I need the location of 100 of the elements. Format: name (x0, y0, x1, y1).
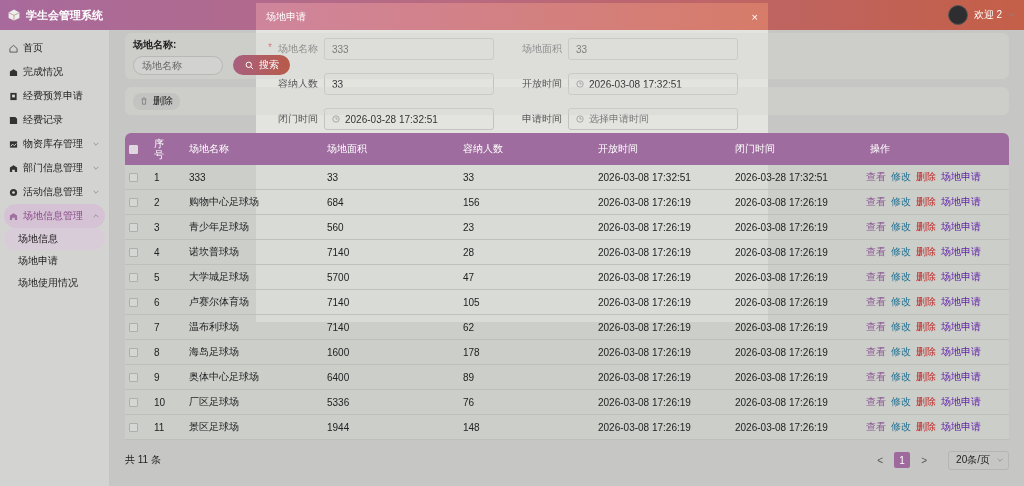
row-checkbox[interactable] (129, 272, 138, 282)
action-link[interactable]: 查看 (866, 345, 886, 359)
avatar[interactable] (947, 5, 968, 25)
action-link[interactable]: 修改 (891, 370, 911, 384)
action-link[interactable]: 修改 (891, 295, 911, 309)
row-checkbox[interactable] (129, 372, 138, 382)
action-link[interactable]: 查看 (866, 320, 886, 334)
table-cell-text: 2026-03-08 17:26:19 (597, 421, 692, 433)
delete-button[interactable]: 删除 (133, 92, 180, 110)
sidebar-item[interactable]: 部门信息管理 (4, 156, 105, 180)
action-link[interactable]: 删除 (916, 170, 936, 184)
action-link[interactable]: 场地申请 (941, 245, 981, 259)
sidebar-item[interactable]: 物资库存管理 (4, 132, 105, 156)
user-greeting[interactable]: 欢迎 2 (973, 8, 1002, 22)
table-cell-text: 76 (462, 396, 476, 408)
action-link[interactable]: 删除 (916, 420, 936, 434)
page-button[interactable]: 1 (894, 452, 911, 468)
building-icon (9, 211, 18, 221)
action-link[interactable]: 修改 (891, 420, 911, 434)
action-link[interactable]: 场地申请 (941, 345, 981, 359)
row-checkbox[interactable] (129, 297, 138, 307)
row-checkbox[interactable] (129, 397, 138, 407)
row-checkbox[interactable] (129, 247, 138, 257)
action-link[interactable]: 修改 (891, 320, 911, 334)
sidebar-item[interactable]: 完成情况 (4, 60, 105, 84)
table-cell-text: 7140 (326, 246, 351, 258)
action-link[interactable]: 修改 (891, 345, 911, 359)
document-icon (9, 115, 18, 125)
action-link[interactable]: 删除 (916, 295, 936, 309)
action-link[interactable]: 删除 (916, 270, 936, 284)
action-link[interactable]: 查看 (866, 370, 886, 384)
input-field[interactable]: 33 (568, 38, 738, 60)
action-link[interactable]: 场地申请 (941, 370, 981, 384)
action-link[interactable]: 删除 (916, 320, 936, 334)
page-size-select[interactable]: 20条/页 (948, 450, 1009, 470)
sidebar-item[interactable]: 场地信息管理 (4, 204, 105, 228)
action-link[interactable]: 场地申请 (941, 170, 981, 184)
action-link[interactable]: 修改 (891, 170, 911, 184)
sidebar-subitem[interactable]: 场地申请 (4, 250, 105, 272)
table-cell-text: 5700 (326, 271, 351, 283)
date-field[interactable]: 2026-03-28 17:32:51 (324, 108, 494, 130)
table-cell-text: 156 (462, 196, 481, 208)
action-link[interactable]: 删除 (916, 395, 936, 409)
action-link[interactable]: 查看 (866, 195, 886, 209)
column-header: 开放时间 (597, 142, 639, 156)
action-link[interactable]: 查看 (866, 420, 886, 434)
row-checkbox[interactable] (129, 172, 138, 182)
input-field[interactable]: 333 (323, 38, 494, 60)
action-link[interactable]: 场地申请 (941, 270, 981, 284)
action-link[interactable]: 修改 (891, 195, 911, 209)
sidebar-subitem[interactable]: 场地信息 (4, 228, 105, 250)
action-link[interactable]: 查看 (866, 270, 886, 284)
action-link[interactable]: 查看 (866, 295, 886, 309)
row-checkbox[interactable] (129, 422, 138, 432)
action-link[interactable]: 修改 (891, 245, 911, 259)
sidebar-item[interactable]: 经费记录 (4, 108, 105, 132)
action-link[interactable]: 删除 (916, 370, 936, 384)
action-link[interactable]: 查看 (866, 245, 886, 259)
action-link[interactable]: 场地申请 (941, 320, 981, 334)
action-link[interactable]: 删除 (916, 195, 936, 209)
action-link[interactable]: 场地申请 (941, 420, 981, 434)
close-button[interactable]: × (751, 10, 758, 23)
chevron-down-icon (996, 456, 1004, 464)
action-link[interactable]: 查看 (866, 395, 886, 409)
action-link[interactable]: 场地申请 (941, 195, 981, 209)
next-page-button[interactable]: > (916, 452, 933, 468)
action-link[interactable]: 修改 (891, 270, 911, 284)
date-field[interactable]: 2026-03-08 17:32:51 (568, 73, 738, 95)
column-header: 序号 (153, 138, 165, 160)
table-cell-text: 厂区足球场 (188, 395, 240, 409)
action-link[interactable]: 场地申请 (941, 295, 981, 309)
row-checkbox[interactable] (129, 222, 138, 232)
input-field[interactable]: 33 (324, 73, 494, 95)
action-link[interactable]: 删除 (916, 345, 936, 359)
select-all-checkbox[interactable] (129, 144, 138, 154)
action-link[interactable]: 修改 (891, 395, 911, 409)
table-cell-text: 2026-03-08 17:26:19 (597, 221, 692, 233)
sidebar-item[interactable]: 活动信息管理 (4, 180, 105, 204)
column-header: 容纳人数 (462, 142, 504, 156)
action-link[interactable]: 场地申请 (941, 220, 981, 234)
action-link[interactable]: 删除 (916, 245, 936, 259)
action-link[interactable]: 查看 (866, 170, 886, 184)
action-link[interactable]: 删除 (916, 220, 936, 234)
date-field[interactable]: 选择申请时间 (568, 108, 738, 130)
table-cell-text: 2026-03-08 17:26:19 (734, 371, 829, 383)
sidebar-subitem[interactable]: 场地使用情况 (4, 272, 105, 294)
sidebar-item[interactable]: 首页 (4, 36, 105, 60)
action-link[interactable]: 查看 (866, 220, 886, 234)
action-link[interactable]: 场地申请 (941, 395, 981, 409)
action-link[interactable]: 修改 (891, 220, 911, 234)
row-checkbox[interactable] (129, 347, 138, 357)
table-cell-text: 诺坎普球场 (188, 245, 240, 259)
table-cell-text: 2026-03-08 17:26:19 (734, 346, 829, 358)
search-field[interactable]: 场地名称 (133, 55, 223, 75)
row-checkbox[interactable] (129, 322, 138, 332)
sidebar-item[interactable]: 经费预算申请 (4, 84, 105, 108)
search-button[interactable]: 搜索 (233, 55, 290, 75)
prev-page-button[interactable]: < (872, 452, 889, 468)
total-count: 共 11 条 (125, 453, 161, 467)
row-checkbox[interactable] (129, 197, 138, 207)
